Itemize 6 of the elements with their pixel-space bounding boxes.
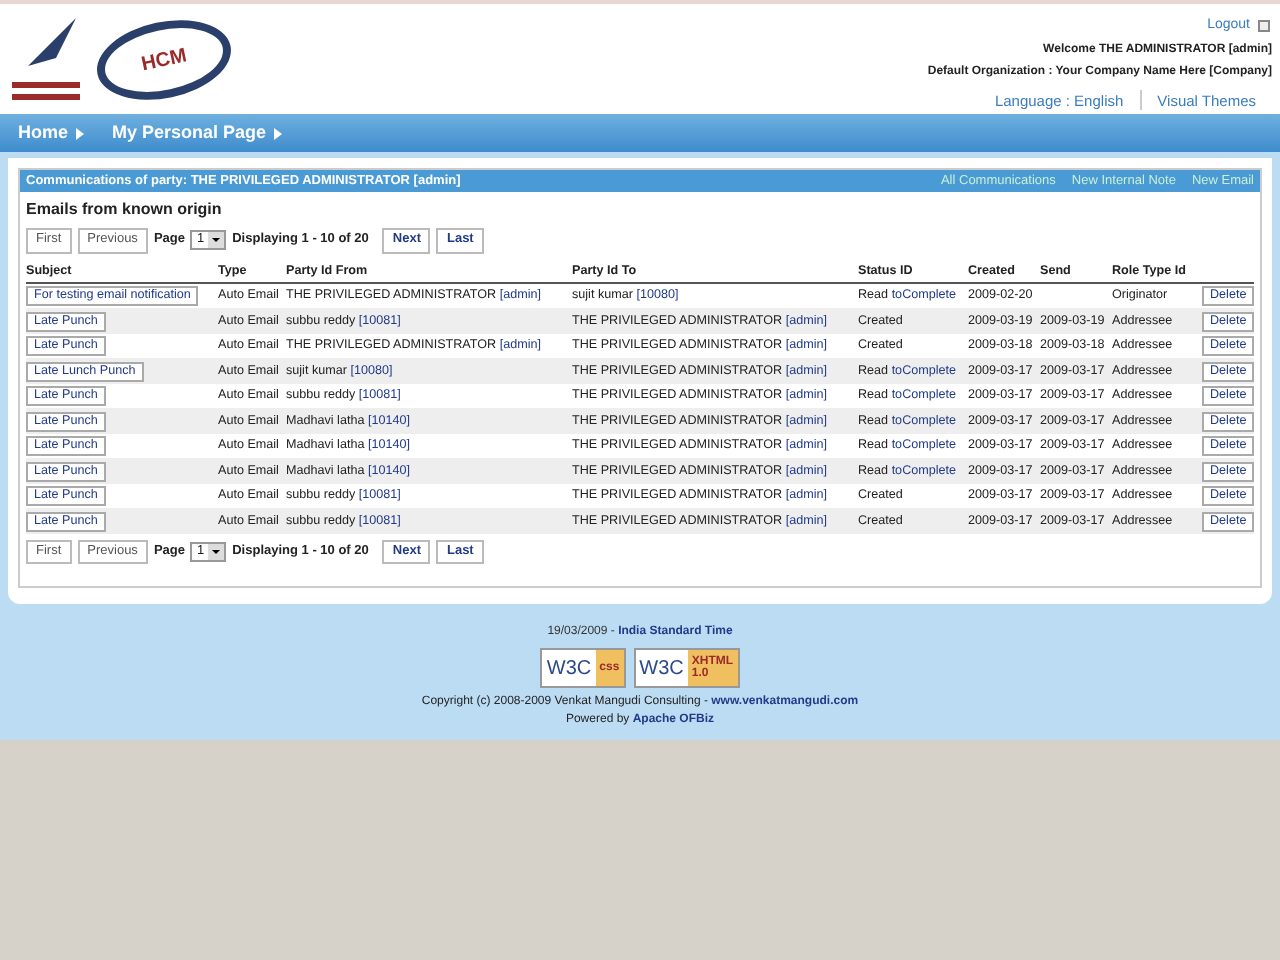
minimize-icon[interactable]: [1258, 20, 1270, 33]
section-title: Emails from known origin: [26, 198, 224, 222]
dropdown-icon: [208, 232, 225, 249]
dropdown-icon: [208, 544, 225, 561]
chevron-icon: [76, 127, 85, 139]
chevron-icon: [274, 127, 283, 139]
